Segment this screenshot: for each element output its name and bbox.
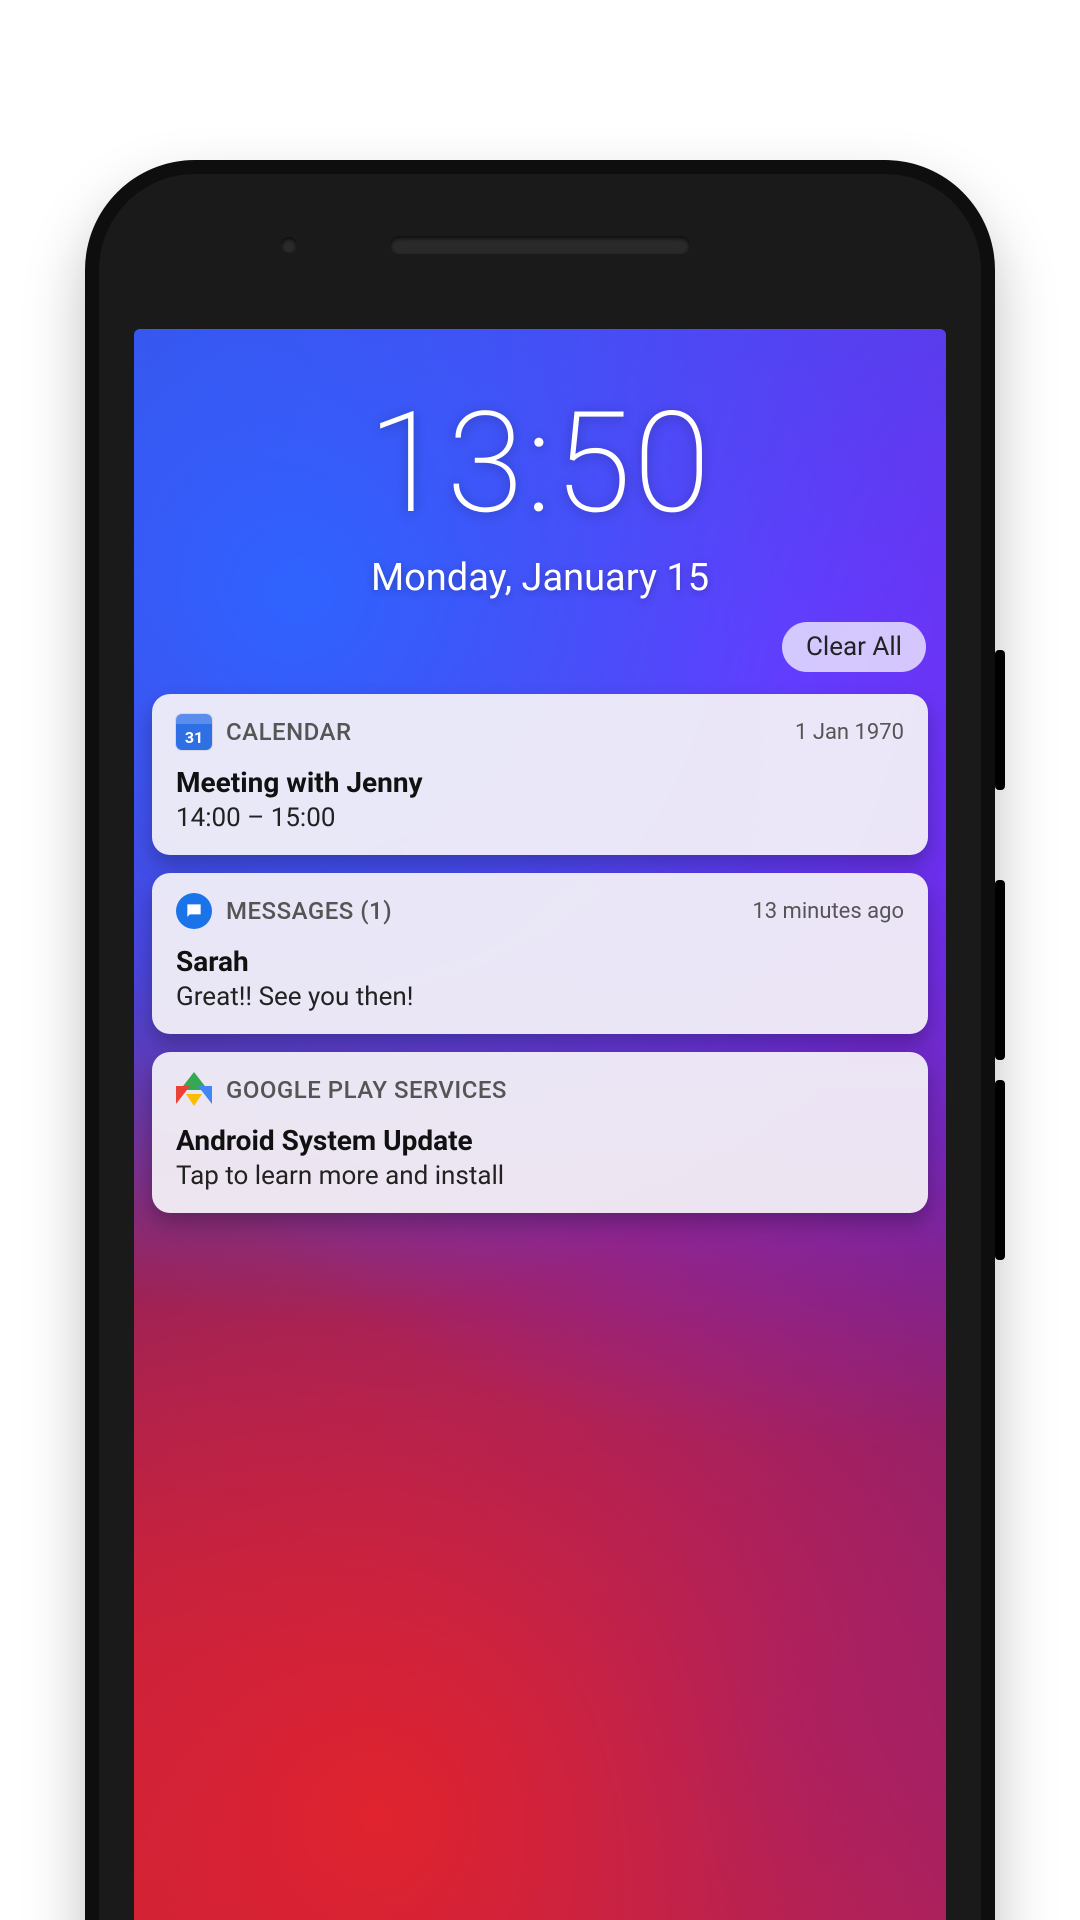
power-button[interactable] <box>995 650 1005 790</box>
messages-icon <box>176 893 212 929</box>
volume-down-button[interactable] <box>995 1080 1005 1260</box>
phone-speaker <box>390 236 690 254</box>
notification-timestamp: 1 Jan 1970 <box>795 720 904 745</box>
calendar-icon-day: 31 <box>176 724 212 750</box>
notification-title: Android System Update <box>176 1124 904 1157</box>
notification-list: 31 CALENDAR 1 Jan 1970 Meeting with Jenn… <box>134 684 946 1213</box>
notification-app-label: CALENDAR <box>226 718 352 746</box>
front-camera <box>281 237 297 253</box>
date-label: Monday, January 15 <box>134 556 946 600</box>
notification-app-label: MESSAGES (1) <box>226 897 392 925</box>
notification-timestamp: 13 minutes ago <box>752 899 904 924</box>
volume-up-button[interactable] <box>995 880 1005 1060</box>
notification-title: Meeting with Jenny <box>176 766 904 799</box>
clear-all-button[interactable]: Clear All <box>782 622 926 672</box>
notification-body: Tap to learn more and install <box>176 1161 904 1191</box>
notification-calendar[interactable]: 31 CALENDAR 1 Jan 1970 Meeting with Jenn… <box>152 694 928 855</box>
notification-body: 14:00 – 15:00 <box>176 803 904 833</box>
phone-frame: 13:50 Monday, January 15 Clear All 31 <box>85 160 995 1920</box>
calendar-icon: 31 <box>176 714 212 750</box>
notification-body: Great!! See you then! <box>176 982 904 1012</box>
phone-bezel: 13:50 Monday, January 15 Clear All 31 <box>99 174 981 1920</box>
notification-app-label: GOOGLE PLAY SERVICES <box>226 1076 507 1104</box>
clock: 13:50 <box>134 394 946 534</box>
notification-title: Sarah <box>176 945 904 978</box>
notification-messages[interactable]: MESSAGES (1) 13 minutes ago Sarah Great!… <box>152 873 928 1034</box>
google-play-icon <box>176 1072 212 1108</box>
lock-screen[interactable]: 13:50 Monday, January 15 Clear All 31 <box>134 329 946 1920</box>
notification-play-services[interactable]: GOOGLE PLAY SERVICES Android System Upda… <box>152 1052 928 1213</box>
